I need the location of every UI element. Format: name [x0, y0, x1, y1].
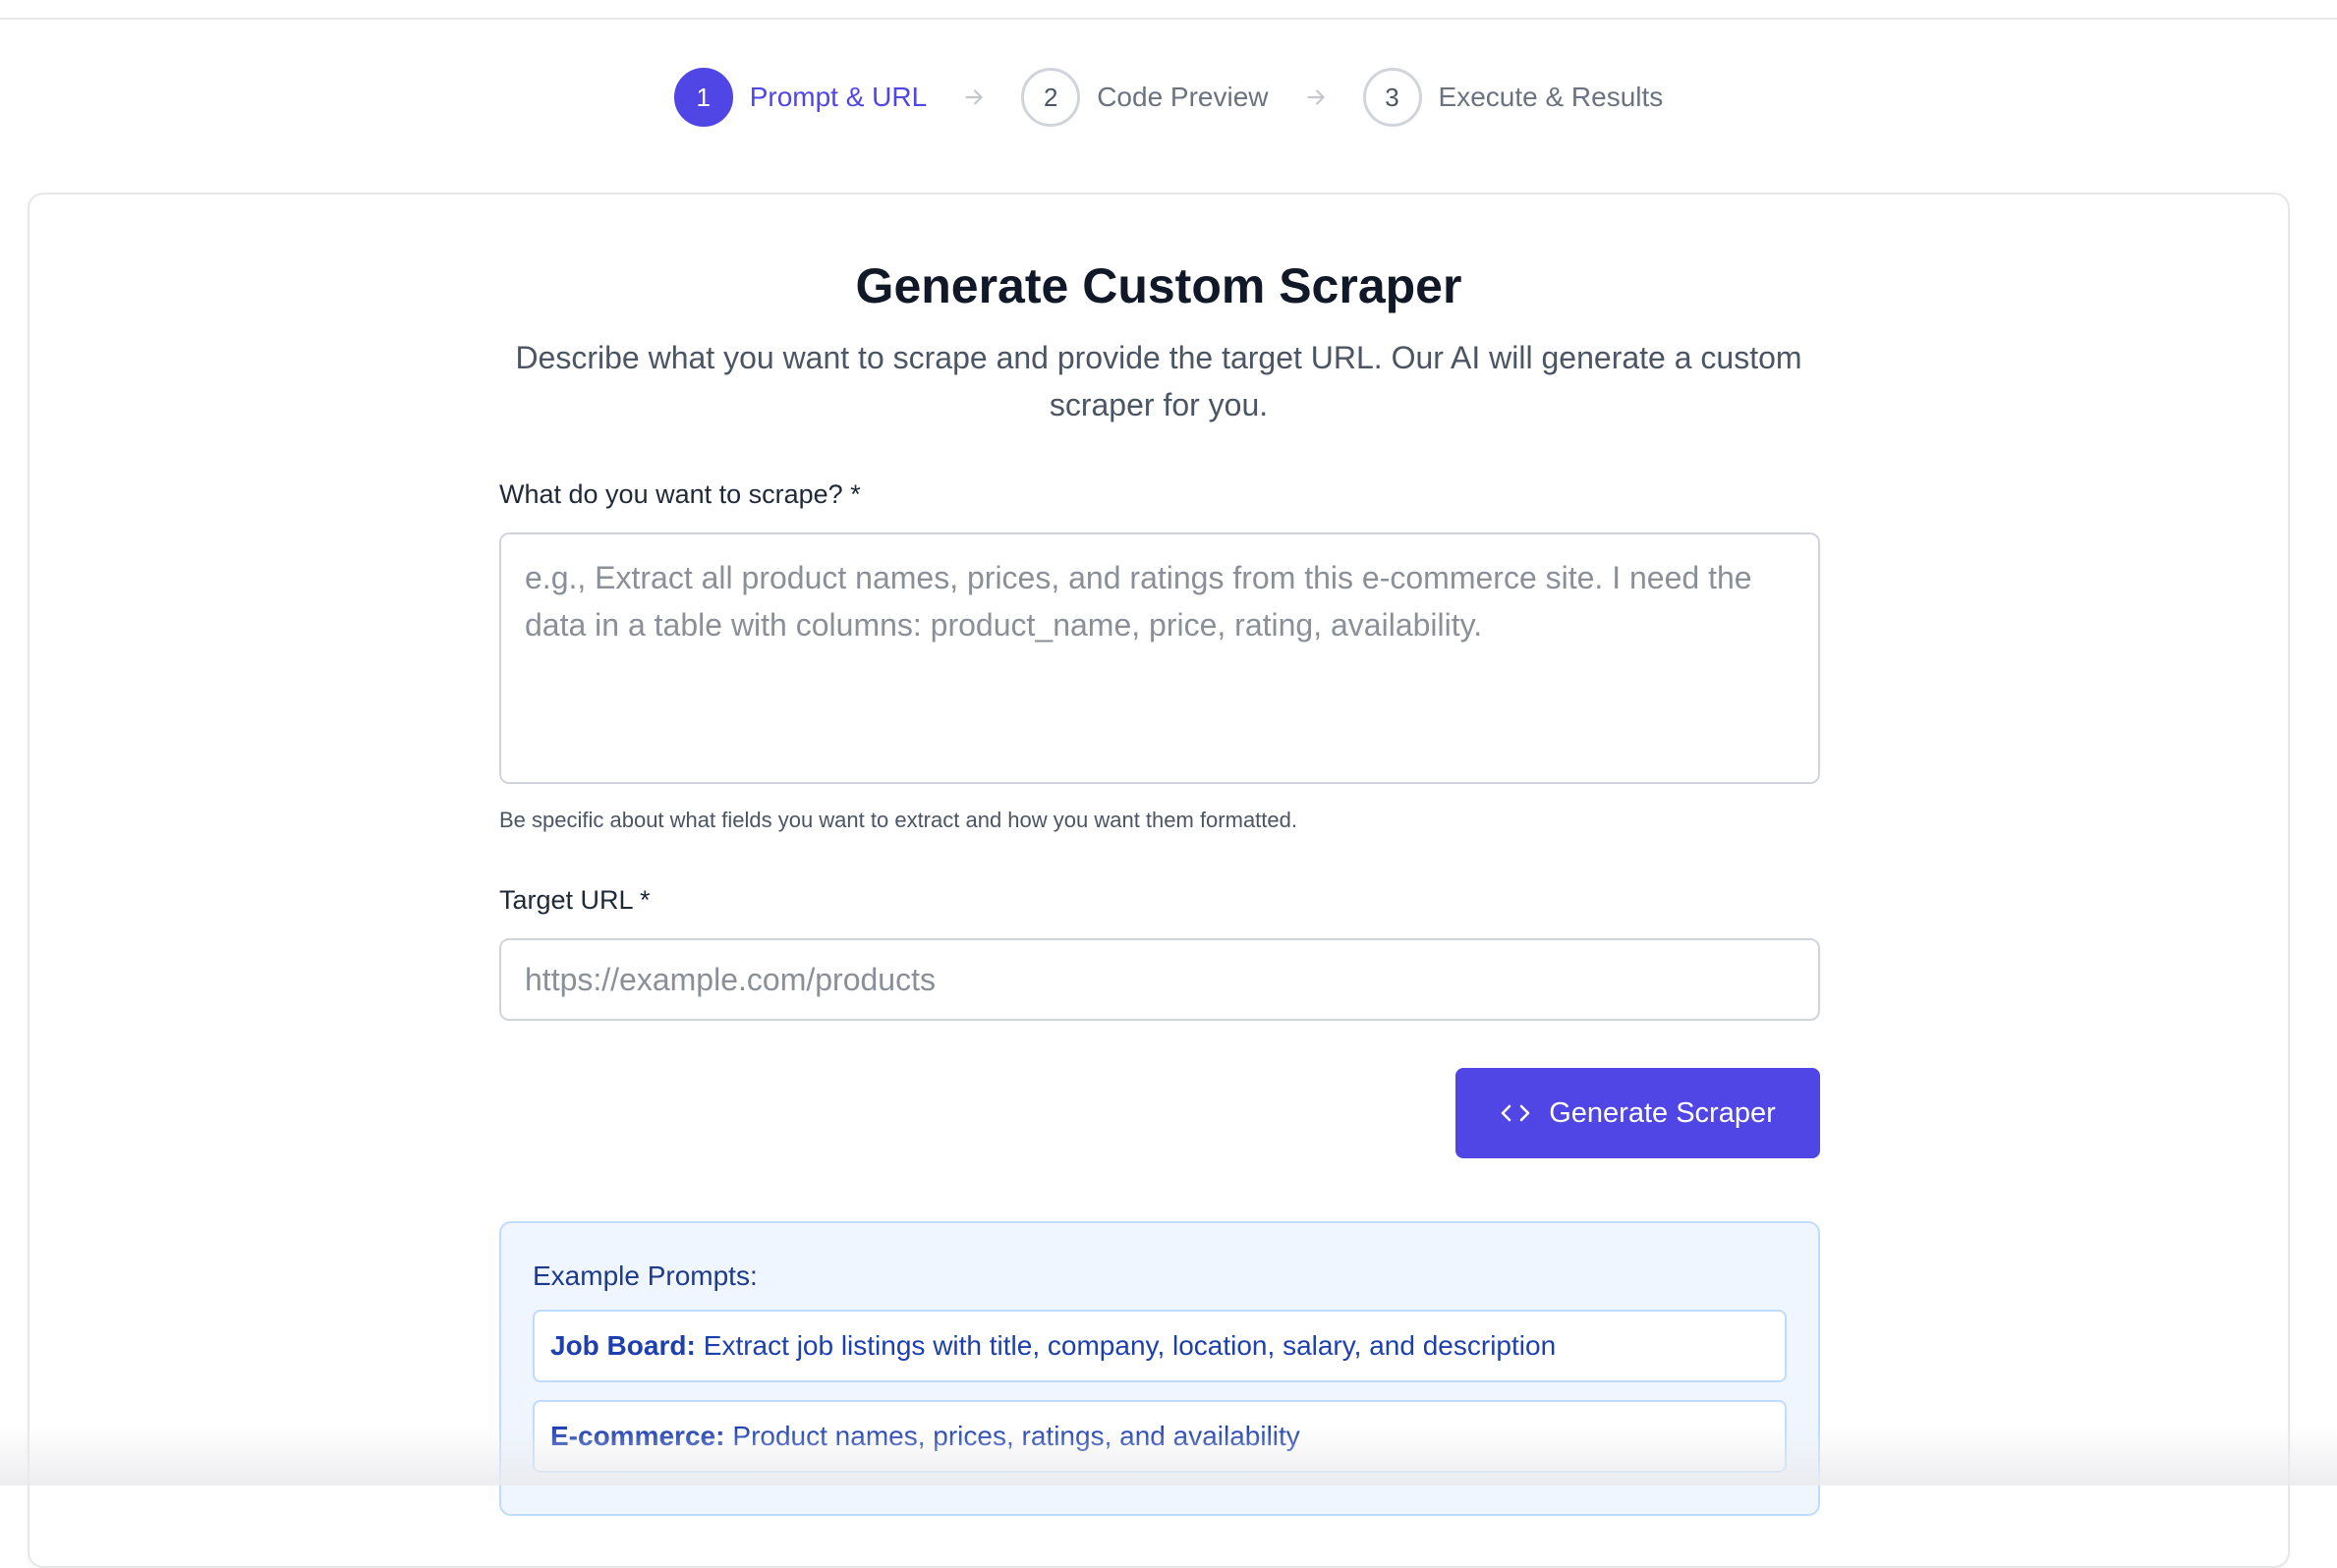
- step-number: 1: [673, 68, 733, 127]
- page-title: Generate Custom Scraper: [855, 258, 1462, 313]
- arrow-right-icon: [960, 84, 988, 111]
- step-code-preview[interactable]: 2 Code Preview: [1021, 68, 1269, 127]
- generate-scraper-label: Generate Scraper: [1549, 1096, 1776, 1129]
- prompt-help-text: Be specific about what fields you want t…: [499, 808, 1297, 832]
- target-url-input[interactable]: [499, 938, 1820, 1021]
- example-prompt-job-board[interactable]: Job Board: Extract job listings with tit…: [533, 1310, 1787, 1382]
- prompt-textarea[interactable]: [499, 532, 1820, 784]
- example-prompts-title: Example Prompts:: [533, 1260, 758, 1291]
- stepper: 1 Prompt & URL 2 Code Preview 3 Execute …: [0, 65, 2337, 130]
- step-label: Execute & Results: [1438, 82, 1664, 112]
- bottom-fade: [0, 1427, 2337, 1485]
- generate-scraper-button[interactable]: Generate Scraper: [1455, 1068, 1820, 1158]
- prompt-label: What do you want to scrape? *: [499, 479, 861, 509]
- step-number: 2: [1021, 68, 1081, 127]
- step-label: Prompt & URL: [749, 82, 928, 112]
- url-label: Target URL *: [499, 885, 651, 915]
- step-number: 3: [1362, 68, 1422, 127]
- step-prompt-url[interactable]: 1 Prompt & URL: [673, 68, 928, 127]
- code-icon: [1500, 1099, 1531, 1127]
- example-text: Extract job listings with title, company…: [703, 1330, 1557, 1361]
- page-subtitle: Describe what you want to scrape and pro…: [515, 340, 1802, 422]
- step-execute-results[interactable]: 3 Execute & Results: [1362, 68, 1664, 127]
- arrow-right-icon: [1302, 84, 1330, 111]
- example-category: Job Board:: [550, 1330, 696, 1361]
- step-label: Code Preview: [1097, 82, 1269, 112]
- top-divider: [0, 18, 2337, 20]
